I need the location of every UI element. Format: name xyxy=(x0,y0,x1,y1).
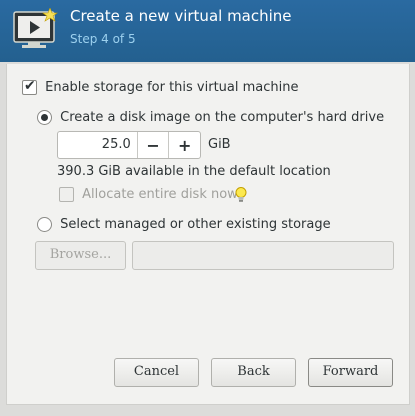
browse-button[interactable]: Browse... xyxy=(35,241,126,270)
disk-size-spinner[interactable]: 25.0 − + xyxy=(57,131,201,159)
allocate-disk-row[interactable]: Allocate entire disk now xyxy=(59,187,238,202)
lightbulb-icon xyxy=(235,187,247,202)
decrement-button[interactable]: − xyxy=(136,132,169,158)
increment-button[interactable]: + xyxy=(168,132,200,158)
enable-storage-label: Enable storage for this virtual machine xyxy=(45,80,299,95)
disk-size-input[interactable]: 25.0 xyxy=(58,132,137,158)
enable-storage-checkbox[interactable]: ✔ xyxy=(22,78,37,95)
plus-icon: + xyxy=(177,135,192,155)
select-existing-label: Select managed or other existing storage xyxy=(60,217,331,232)
select-existing-row[interactable]: Select managed or other existing storage xyxy=(37,217,331,232)
select-existing-radio[interactable] xyxy=(37,217,52,232)
dialog-window: Create a new virtual machine Step 4 of 5… xyxy=(0,0,415,416)
back-button[interactable]: Back xyxy=(211,358,296,387)
wizard-step-indicator: Step 4 of 5 xyxy=(70,32,136,46)
create-disk-radio[interactable] xyxy=(37,110,52,125)
allocate-disk-checkbox[interactable] xyxy=(59,187,74,202)
available-space-text: 390.3 GiB available in the default locat… xyxy=(57,164,331,179)
checkmark-icon: ✔ xyxy=(24,78,36,94)
enable-storage-row[interactable]: ✔ Enable storage for this virtual machin… xyxy=(22,78,299,95)
wizard-header: Create a new virtual machine Step 4 of 5 xyxy=(0,0,415,62)
wizard-title: Create a new virtual machine xyxy=(70,7,292,25)
minus-icon: − xyxy=(146,135,160,155)
allocate-disk-label: Allocate entire disk now xyxy=(82,187,238,202)
create-disk-row[interactable]: Create a disk image on the computer's ha… xyxy=(37,110,384,125)
cancel-button[interactable]: Cancel xyxy=(114,358,199,387)
disk-size-unit: GiB xyxy=(208,137,231,152)
forward-button[interactable]: Forward xyxy=(308,358,393,387)
radio-selected-dot xyxy=(41,114,48,121)
create-disk-label: Create a disk image on the computer's ha… xyxy=(60,110,385,125)
new-vm-icon xyxy=(13,8,58,48)
storage-path-input[interactable] xyxy=(132,241,394,270)
